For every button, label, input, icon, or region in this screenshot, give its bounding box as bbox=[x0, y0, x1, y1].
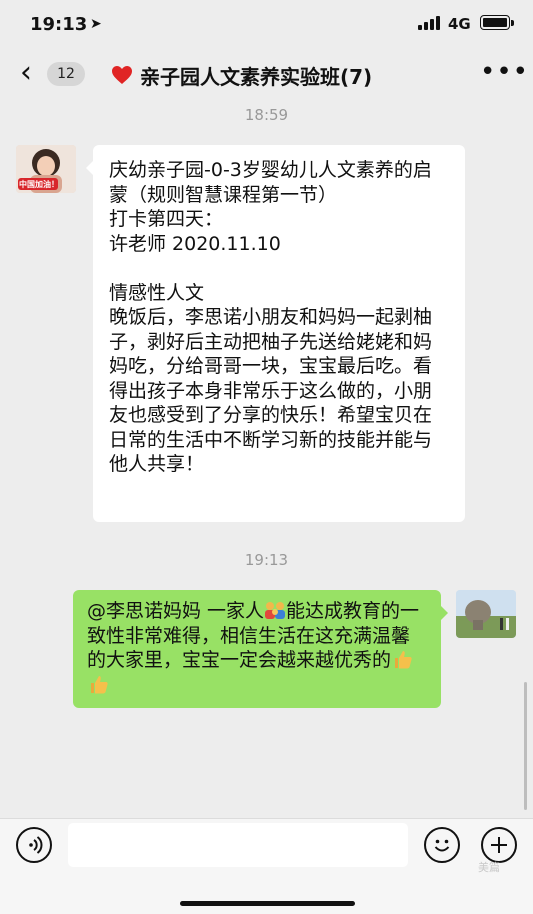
voice-glyph bbox=[29, 836, 43, 854]
chat-input-bar: 美篇 bbox=[0, 818, 533, 914]
message-input[interactable] bbox=[68, 823, 408, 867]
location-arrow-icon: ➤ bbox=[90, 16, 102, 32]
smiley-glyph bbox=[434, 839, 450, 852]
timestamp: 18:59 bbox=[244, 106, 289, 124]
timestamp: 19:13 bbox=[244, 551, 289, 569]
incoming-message-text: 庆幼亲子园-0-3岁婴幼儿人文素养的启蒙（规则智慧课程第一节） 打卡第四天： 许… bbox=[109, 159, 433, 475]
red-heart-icon bbox=[112, 66, 132, 84]
network-type: 4G bbox=[448, 15, 471, 33]
avatar-badge-text: 中国加油！ bbox=[19, 180, 59, 189]
voice-icon[interactable] bbox=[16, 827, 52, 863]
watermark-text: 美篇 bbox=[478, 861, 500, 874]
unread-count-badge[interactable]: 12 bbox=[47, 62, 85, 86]
battery-icon bbox=[480, 15, 514, 30]
thumbs-up-icon bbox=[91, 675, 108, 693]
plus-glyph bbox=[491, 837, 507, 853]
sender-avatar[interactable]: 中国加油！ bbox=[16, 145, 76, 193]
signal-icon bbox=[418, 16, 442, 30]
scrollbar[interactable] bbox=[524, 682, 527, 810]
more-dots-icon[interactable]: ••• bbox=[480, 59, 529, 85]
chat-header: ‹ 12 亲子园人文素养实验班(7) ••• bbox=[0, 50, 533, 100]
my-avatar[interactable] bbox=[456, 590, 516, 638]
outgoing-message-text: @李思诺妈妈 一家人 能达成教育的一致性非常难得，相信生活在这充满温馨的大家里，宝… bbox=[87, 599, 427, 697]
status-time: 19:13 bbox=[30, 14, 88, 35]
status-bar: 19:13 ➤ 4G bbox=[0, 0, 533, 50]
thumbs-up-icon bbox=[395, 651, 412, 669]
plus-icon[interactable] bbox=[481, 827, 517, 863]
back-chevron-icon[interactable]: ‹ bbox=[20, 56, 32, 90]
incoming-message-bubble[interactable]: 庆幼亲子园-0-3岁婴幼儿人文素养的启蒙（规则智慧课程第一节） 打卡第四天： 许… bbox=[86, 145, 465, 522]
chat-title-group: 亲子园人文素养实验班(7) bbox=[110, 61, 372, 89]
smiley-icon[interactable] bbox=[424, 827, 460, 863]
chat-title: 亲子园人文素养实验班(7) bbox=[140, 64, 373, 89]
outgoing-text-part-1: @李思诺妈妈 一家人 bbox=[87, 600, 265, 622]
outgoing-message-bubble[interactable]: @李思诺妈妈 一家人 能达成教育的一致性非常难得，相信生活在这充满温馨的大家里，宝… bbox=[73, 590, 448, 708]
family-emoji-icon bbox=[265, 602, 286, 619]
avatar-photo bbox=[456, 590, 516, 638]
home-indicator bbox=[180, 901, 355, 906]
